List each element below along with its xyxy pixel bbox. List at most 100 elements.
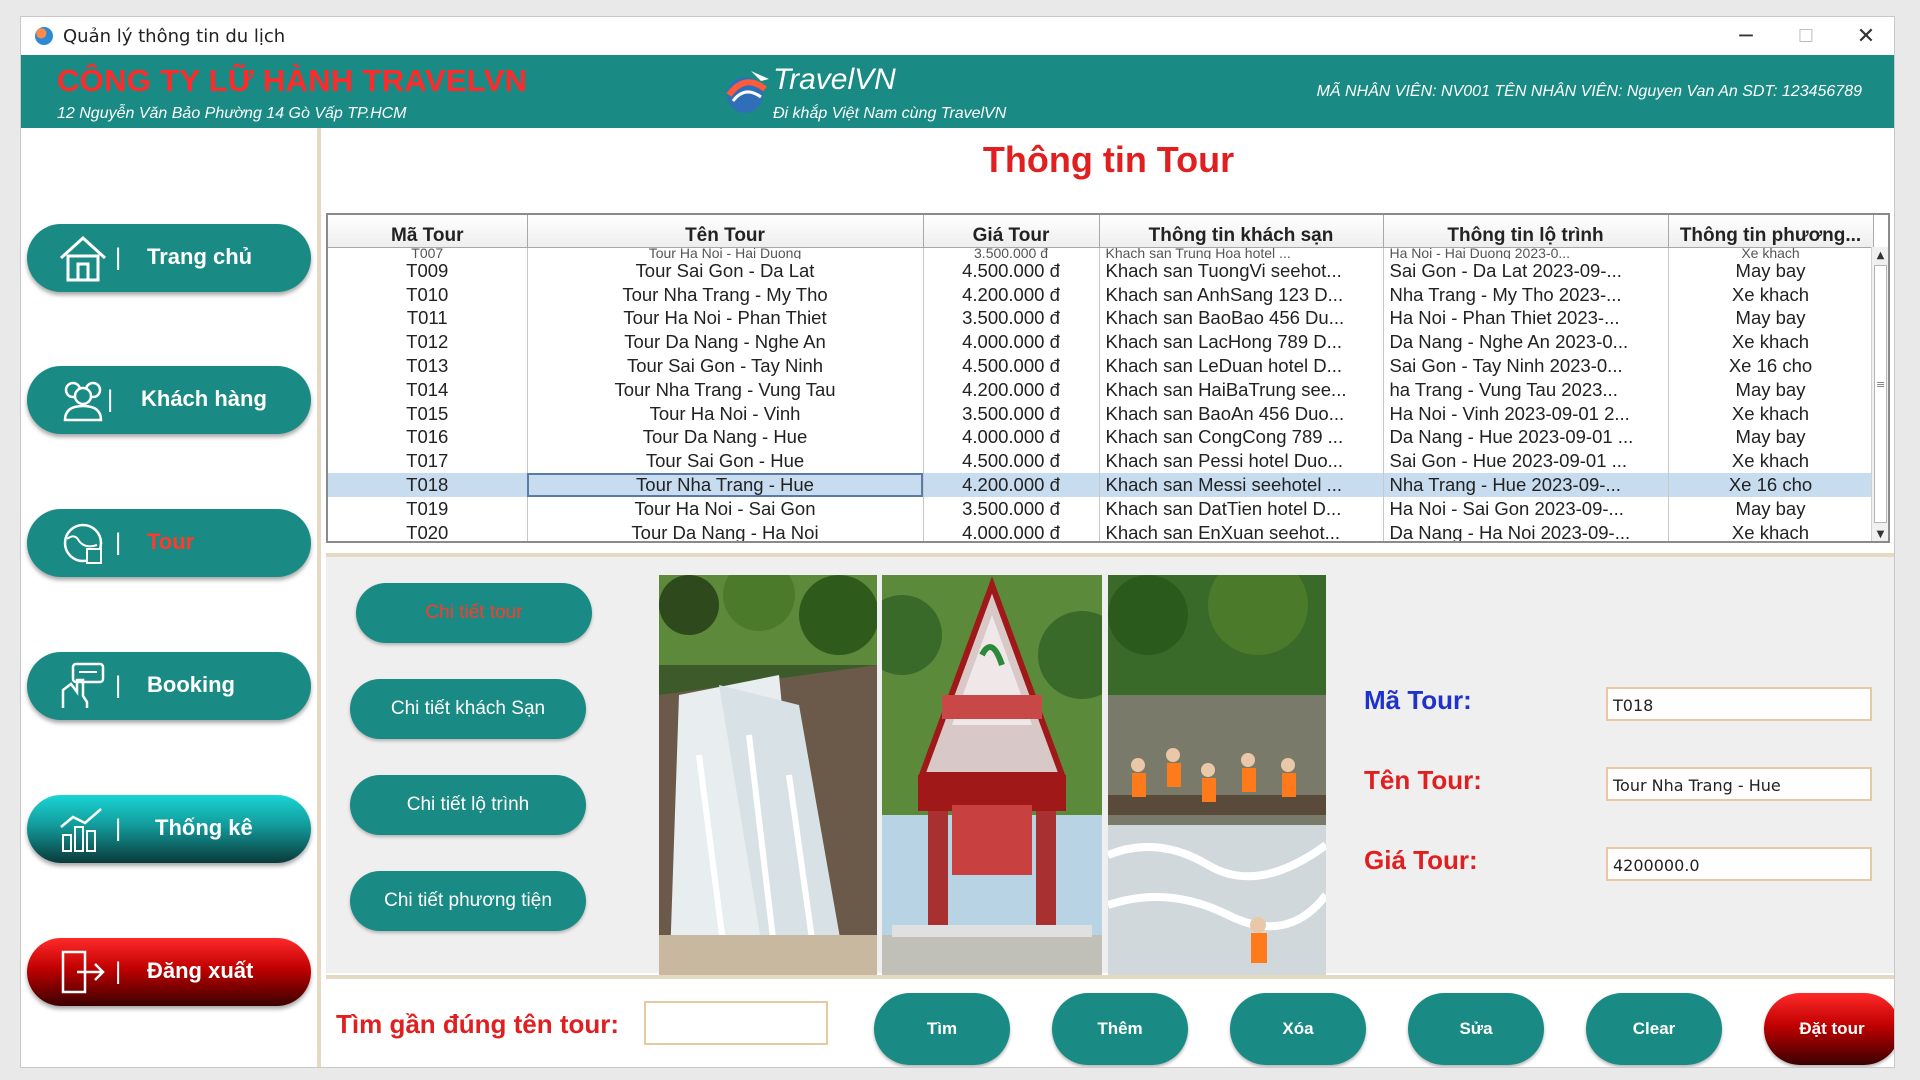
table-cell[interactable]: 4.200.000 đ <box>923 473 1100 497</box>
table-cell[interactable]: Da Nang - Hue 2023-09-01 ... <box>1383 425 1669 450</box>
table-cell[interactable]: T019 <box>328 496 528 521</box>
table-cell[interactable]: T010 <box>328 282 528 307</box>
table-cell[interactable]: Khach san LacHong 789 D... <box>1099 330 1384 355</box>
tour-detail-button[interactable]: Chi tiết tour <box>356 583 592 643</box>
table-cell[interactable]: Xe khach <box>1668 330 1874 355</box>
gia-tour-field[interactable]: 4200000.0 <box>1606 847 1872 881</box>
table-cell[interactable]: Khach san AnhSang 123 D... <box>1099 282 1384 307</box>
table-row[interactable]: T013 Tour Sai Gon - Tay Ninh 4.500.000 đ Kh… <box>328 354 1874 378</box>
table-cell[interactable]: Xe 16 cho <box>1668 473 1874 497</box>
table-row[interactable]: T019 Tour Ha Noi - Sai Gon 3.500.000 đ Khac… <box>328 496 1874 521</box>
table-cell[interactable]: Xe khach <box>1668 247 1874 259</box>
table-cell[interactable]: Tour Da Nang - Hue <box>527 425 924 450</box>
table-cell[interactable]: 3.500.000 đ <box>923 247 1100 259</box>
table-cell[interactable]: 4.000.000 đ <box>923 425 1100 450</box>
table-cell[interactable]: 4.500.000 đ <box>923 354 1100 378</box>
column-header[interactable]: Thông tin phương... <box>1668 215 1874 248</box>
column-header[interactable]: Tên Tour <box>527 215 924 248</box>
table-row[interactable]: T017 Tour Sai Gon - Hue 4.500.000 đ Khach s… <box>328 449 1874 474</box>
table-cell[interactable]: Tour Sai Gon - Hue <box>527 449 924 474</box>
route-detail-button[interactable]: Chi tiết lộ trình <box>350 775 586 835</box>
table-cell[interactable]: 4.000.000 đ <box>923 520 1100 541</box>
table-cell[interactable]: Xe khach <box>1668 520 1874 541</box>
table-cell[interactable]: May bay <box>1668 496 1874 521</box>
table-row[interactable]: T018 Tour Nha Trang - Hue 4.200.000 đ Khach… <box>328 473 1874 497</box>
table-cell[interactable]: Sai Gon - Da Lat 2023-09-... <box>1383 259 1669 283</box>
table-cell[interactable]: Khach san Pessi hotel Duo... <box>1099 449 1384 474</box>
table-cell[interactable]: Tour Sai Gon - Da Lat <box>527 259 924 283</box>
search-input[interactable] <box>644 1001 828 1045</box>
scroll-up-arrow-icon[interactable]: ▲ <box>1872 247 1888 264</box>
table-cell[interactable]: Khach san BaoAn 456 Duo... <box>1099 401 1384 426</box>
table-cell[interactable]: 4.500.000 đ <box>923 259 1100 283</box>
table-cell[interactable]: May bay <box>1668 306 1874 331</box>
table-cell[interactable]: Sai Gon - Tay Ninh 2023-0... <box>1383 354 1669 378</box>
scroll-down-arrow-icon[interactable]: ▼ <box>1872 526 1888 541</box>
table-cell[interactable]: Xe khach <box>1668 449 1874 474</box>
table-cell[interactable]: Xe 16 cho <box>1668 354 1874 378</box>
ma-tour-field[interactable]: T018 <box>1606 687 1872 721</box>
table-cell[interactable]: Tour Nha Trang - My Tho <box>527 282 924 307</box>
sidebar-item-home[interactable]: | Trang chủ <box>27 224 311 292</box>
table-cell[interactable]: 4.200.000 đ <box>923 282 1100 307</box>
maximize-button[interactable]: ☐ <box>1776 17 1836 55</box>
table-cell[interactable]: Khach san EnXuan seehot... <box>1099 520 1384 541</box>
table-row[interactable]: T011 Tour Ha Noi - Phan Thiet 3.500.000 đK… <box>328 306 1874 331</box>
transport-detail-button[interactable]: Chi tiết phương tiện <box>350 871 586 931</box>
table-cell[interactable]: T009 <box>328 259 528 283</box>
minimize-button[interactable]: ─ <box>1716 17 1776 55</box>
close-button[interactable]: ✕ <box>1836 17 1894 55</box>
table-cell[interactable]: Khach san Messi seehotel ... <box>1099 473 1384 497</box>
add-button[interactable]: Thêm <box>1052 993 1188 1065</box>
table-cell[interactable]: Tour Ha Noi - Hai Duong <box>527 247 924 259</box>
table-cell[interactable]: Ha Noi - Hai Duong 2023-0... <box>1383 247 1669 259</box>
table-cell[interactable]: Da Nang - Nghe An 2023-0... <box>1383 330 1669 355</box>
table-scrollbar[interactable]: ▲ ▼ <box>1871 247 1888 541</box>
table-cell[interactable]: Khach san DatTien hotel D... <box>1099 496 1384 521</box>
column-header[interactable]: Thông tin lộ trình <box>1383 215 1669 248</box>
table-row[interactable]: T009 Tour Sai Gon - Da Lat 4.500.000 đ Khac… <box>328 259 1874 283</box>
table-row[interactable]: T020 Tour Da Nang - Ha Noi 4.000.000 đ Khac… <box>328 520 1874 541</box>
table-cell[interactable]: May bay <box>1668 377 1874 402</box>
table-cell[interactable]: Tour Da Nang - Ha Noi <box>527 520 924 541</box>
table-cell[interactable]: Khach san CongCong 789 ... <box>1099 425 1384 450</box>
table-cell[interactable]: T014 <box>328 377 528 402</box>
table-cell[interactable]: Sai Gon - Hue 2023-09-01 ... <box>1383 449 1669 474</box>
table-cell[interactable]: Xe khach <box>1668 401 1874 426</box>
table-cell[interactable]: Khach san HaiBaTrung see... <box>1099 377 1384 402</box>
table-cell[interactable]: Khach san BaoBao 456 Du... <box>1099 306 1384 331</box>
table-cell[interactable]: May bay <box>1668 259 1874 283</box>
book-tour-button[interactable]: Đặt tour <box>1764 993 1894 1065</box>
table-cell[interactable]: Tour Ha Noi - Sai Gon <box>527 496 924 521</box>
table-cell[interactable]: T016 <box>328 425 528 450</box>
table-cell[interactable]: 4.000.000 đ <box>923 330 1100 355</box>
table-cell[interactable]: Da Nang - Ha Noi 2023-09-... <box>1383 520 1669 541</box>
table-cell[interactable]: T012 <box>328 330 528 355</box>
ten-tour-field[interactable]: Tour Nha Trang - Hue <box>1606 767 1872 801</box>
table-cell[interactable]: ha Trang - Vung Tau 2023... <box>1383 377 1669 402</box>
sidebar-item-customers[interactable]: | Khách hàng <box>27 366 311 434</box>
table-cell[interactable]: Xe khach <box>1668 282 1874 307</box>
table-cell[interactable]: T017 <box>328 449 528 474</box>
table-cell[interactable]: Tour Ha Noi - Vinh <box>527 401 924 426</box>
table-cell[interactable]: Tour Ha Noi - Phan Thiet <box>527 306 924 331</box>
table-row[interactable]: T007 Tour Ha Noi - Hai Duong 3.500.000 đ Kh… <box>328 247 1874 259</box>
table-row[interactable]: T015 Tour Ha Noi - Vinh 3.500.000 đ Khach s… <box>328 401 1874 426</box>
table-cell[interactable]: T013 <box>328 354 528 378</box>
table-cell[interactable]: 4.500.000 đ <box>923 449 1100 474</box>
table-cell[interactable]: T020 <box>328 520 528 541</box>
table-cell[interactable]: 4.200.000 đ <box>923 377 1100 402</box>
sidebar-item-logout[interactable]: | Đăng xuất <box>27 938 311 1006</box>
table-row[interactable]: T016 Tour Da Nang - Hue 4.000.000 đ Khach s… <box>328 425 1874 450</box>
table-row[interactable]: T012 Tour Da Nang - Nghe An 4.000.000 đ Kha… <box>328 330 1874 355</box>
table-cell[interactable]: Ha Noi - Vinh 2023-09-01 2... <box>1383 401 1669 426</box>
column-header[interactable]: Mã Tour <box>328 215 528 248</box>
table-cell[interactable]: Ha Noi - Sai Gon 2023-09-... <box>1383 496 1669 521</box>
delete-button[interactable]: Xóa <box>1230 993 1366 1065</box>
sidebar-item-tour[interactable]: | Tour <box>27 509 311 577</box>
table-cell[interactable]: Tour Nha Trang - Hue <box>527 473 924 497</box>
hotel-detail-button[interactable]: Chi tiết khách Sạn <box>350 679 586 739</box>
edit-button[interactable]: Sửa <box>1408 993 1544 1065</box>
table-cell[interactable]: 3.500.000 đ <box>923 401 1100 426</box>
table-row[interactable]: T014 Tour Nha Trang - Vung Tau 4.200.000 đ… <box>328 377 1874 402</box>
